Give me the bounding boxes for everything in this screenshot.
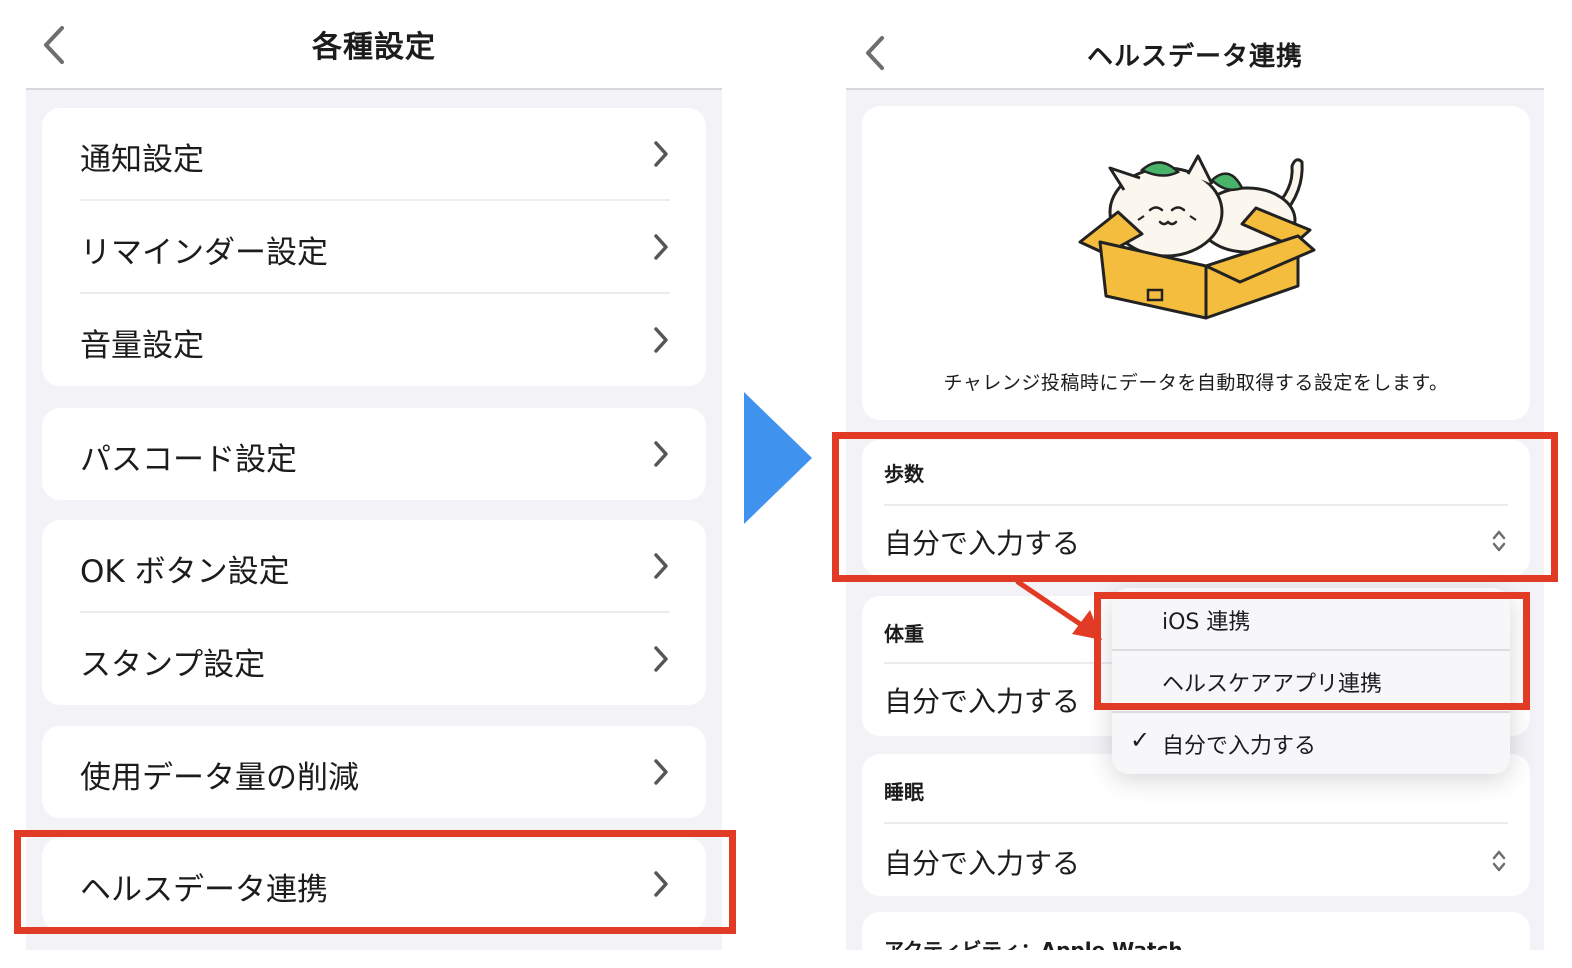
intro-card: チャレンジ投稿時にデータを自動取得する設定をします。 bbox=[862, 106, 1530, 420]
settings-item-reminder[interactable]: リマインダー設定 bbox=[42, 201, 706, 293]
selected-value: 自分で入力する bbox=[884, 685, 1081, 718]
settings-item-label: パスコード設定 bbox=[80, 442, 297, 478]
chevron-right-icon bbox=[654, 327, 668, 353]
checkmark-icon: ✓ bbox=[1130, 726, 1151, 754]
highlight-box-health-data bbox=[14, 830, 736, 934]
section-title-activity: アクティビティ：Apple Watch bbox=[884, 938, 1183, 950]
page-title: 各種設定 bbox=[312, 30, 436, 65]
description-text: チャレンジ投稿時にデータを自動取得する設定をします。 bbox=[943, 372, 1449, 394]
chevron-right-icon bbox=[654, 441, 668, 467]
chevron-right-icon bbox=[654, 646, 668, 672]
menu-option-manual[interactable]: ✓ 自分で入力する bbox=[1112, 712, 1510, 774]
section-title-sleep: 睡眠 bbox=[884, 780, 924, 804]
settings-group-4: 使用データ量の削減 bbox=[42, 726, 706, 818]
connector-arrow-icon bbox=[1015, 579, 1102, 640]
settings-item-label: OK ボタン設定 bbox=[80, 554, 290, 590]
up-down-chevron-icon bbox=[1492, 850, 1506, 872]
next-arrow-icon bbox=[744, 392, 812, 524]
settings-item-data-usage[interactable]: 使用データ量の削減 bbox=[42, 726, 706, 818]
chevron-right-icon bbox=[654, 141, 668, 167]
settings-group-2: パスコード設定 bbox=[42, 408, 706, 500]
sleep-card: 睡眠 自分で入力する bbox=[862, 754, 1530, 896]
settings-navbar: 各種設定 bbox=[26, 0, 722, 90]
activity-card: アクティビティ：Apple Watch bbox=[862, 912, 1530, 950]
highlight-box-options bbox=[1094, 592, 1530, 710]
settings-item-label: スタンプ設定 bbox=[80, 647, 266, 683]
chevron-right-icon bbox=[654, 553, 668, 579]
chevron-right-icon bbox=[654, 234, 668, 260]
sleep-value-selector[interactable]: 自分で入力する bbox=[862, 824, 1530, 896]
health-navbar: ヘルスデータ連携 bbox=[846, 0, 1544, 90]
menu-option-label: 自分で入力する bbox=[1162, 734, 1317, 759]
settings-item-label: リマインダー設定 bbox=[80, 235, 328, 271]
cat-in-box-illustration bbox=[1078, 154, 1316, 320]
settings-screen: 各種設定 通知設定 リマインダー設定 音量設定 パスコード設定 OK ボタン設定 bbox=[26, 0, 722, 950]
section-title-weight: 体重 bbox=[884, 622, 924, 646]
settings-item-passcode[interactable]: パスコード設定 bbox=[42, 408, 706, 500]
settings-item-stamp[interactable]: スタンプ設定 bbox=[42, 613, 706, 705]
settings-item-ok-button[interactable]: OK ボタン設定 bbox=[42, 520, 706, 612]
settings-item-label: 音量設定 bbox=[80, 328, 204, 364]
page-title: ヘルスデータ連携 bbox=[1086, 42, 1303, 72]
selected-value: 自分で入力する bbox=[884, 847, 1081, 880]
settings-item-label: 使用データ量の削減 bbox=[80, 760, 359, 796]
settings-item-volume[interactable]: 音量設定 bbox=[42, 294, 706, 386]
settings-item-notification[interactable]: 通知設定 bbox=[42, 108, 706, 200]
settings-item-label: 通知設定 bbox=[80, 142, 204, 178]
settings-group-1: 通知設定 リマインダー設定 音量設定 bbox=[42, 108, 706, 386]
settings-group-3: OK ボタン設定 スタンプ設定 bbox=[42, 520, 706, 705]
chevron-right-icon bbox=[654, 759, 668, 785]
highlight-box-steps bbox=[832, 432, 1558, 582]
